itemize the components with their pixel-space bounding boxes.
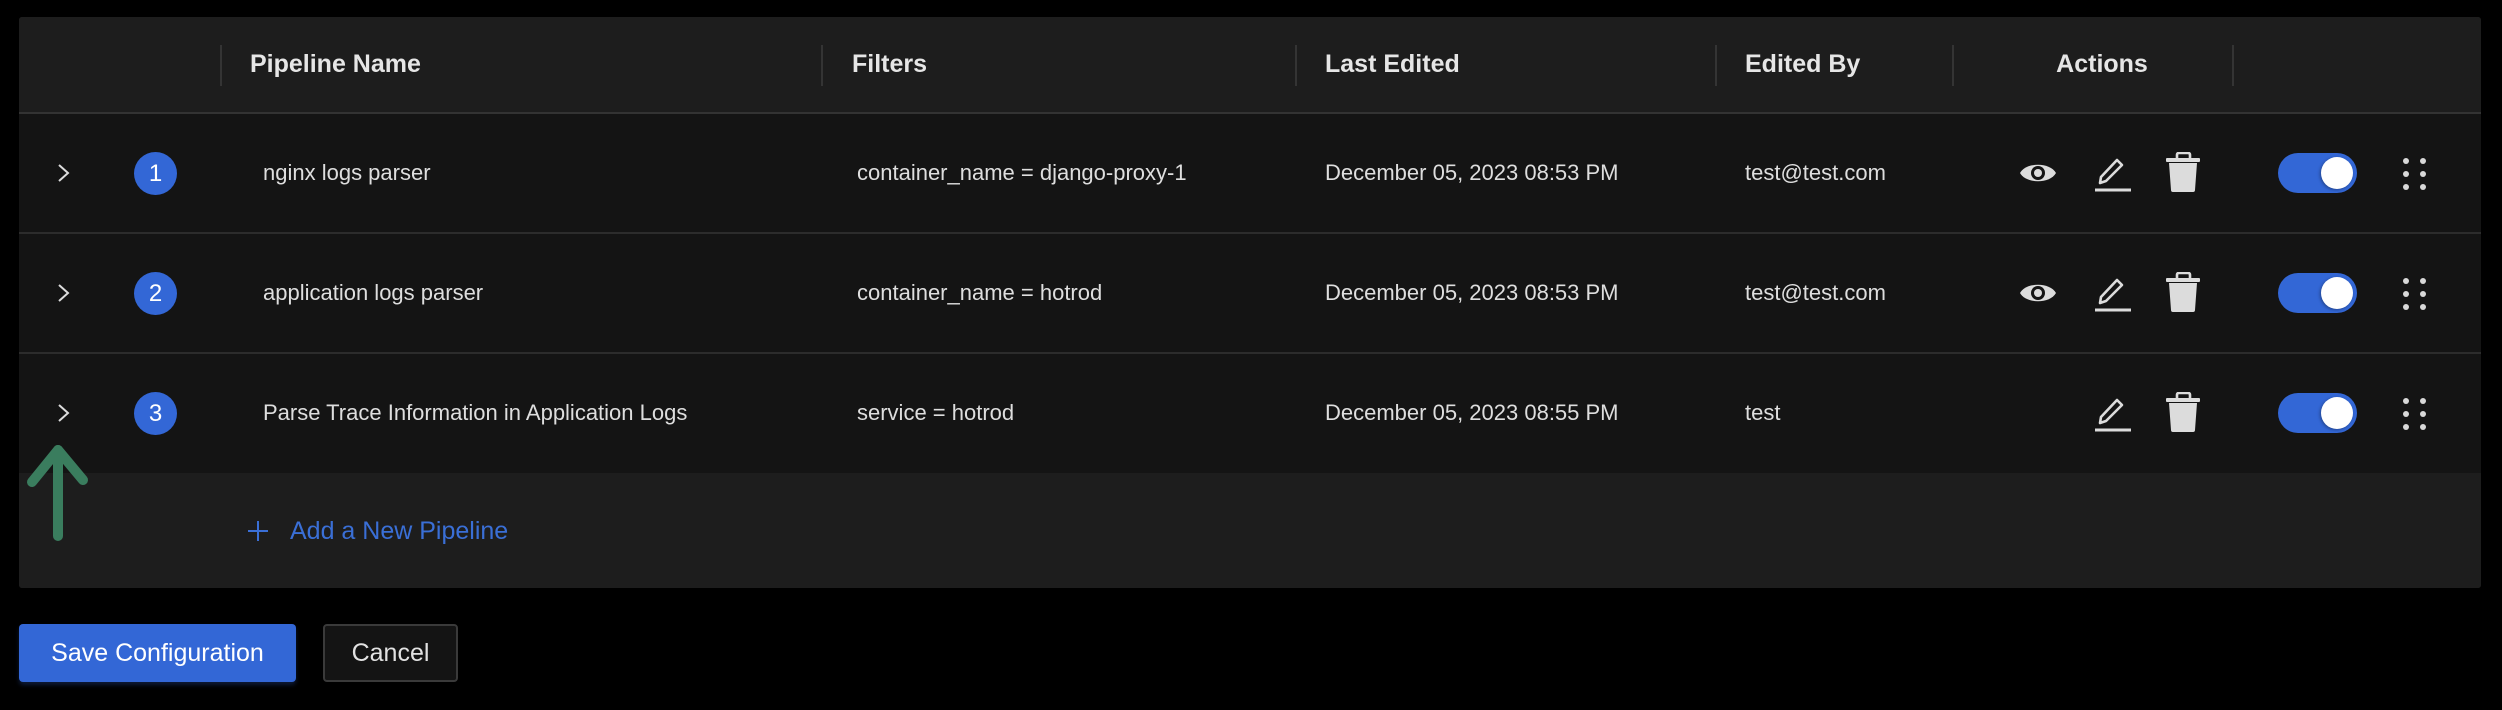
- pipeline-name: application logs parser: [263, 280, 484, 305]
- pipeline-name: Parse Trace Information in Application L…: [263, 400, 688, 425]
- drag-handle[interactable]: [2398, 393, 2432, 435]
- drag-dot: [2420, 304, 2426, 310]
- delete-pipeline-button[interactable]: [2163, 272, 2203, 313]
- drag-handle[interactable]: [2398, 273, 2432, 315]
- order-badge: 2: [134, 272, 177, 315]
- column-separator: [220, 45, 222, 86]
- drag-dot: [2403, 278, 2409, 284]
- last-edited: December 05, 2023 08:53 PM: [1325, 160, 1619, 185]
- column-header-edited-by: Edited By: [1745, 50, 1861, 78]
- column-header-filters: Filters: [852, 50, 928, 78]
- chevron-right-icon: [58, 404, 70, 422]
- pipeline-filter: service = hotrod: [857, 400, 1015, 425]
- drag-dot: [2420, 158, 2426, 164]
- edit-pipeline-button[interactable]: [2091, 393, 2131, 433]
- toggle-knob: [2321, 397, 2353, 429]
- table-header: Pipeline Name Filters Last Edited Edited…: [19, 17, 2481, 114]
- column-header-last-edited: Last Edited: [1325, 50, 1460, 78]
- drag-dot: [2420, 171, 2426, 177]
- table-row: 3 Parse Trace Information in Application…: [19, 354, 2481, 473]
- pipeline-name: nginx logs parser: [263, 160, 431, 185]
- drag-dot: [2420, 278, 2426, 284]
- column-separator: [821, 45, 823, 86]
- table-row: 2 application logs parser container_name…: [19, 234, 2481, 354]
- enable-pipeline-toggle[interactable]: [2278, 273, 2357, 313]
- last-edited: December 05, 2023 08:55 PM: [1325, 400, 1619, 425]
- edited-by: test@test.com: [1745, 160, 1886, 185]
- toggle-knob: [2321, 277, 2353, 309]
- edited-by: test@test.com: [1745, 280, 1886, 305]
- eye-icon: [2020, 284, 2056, 302]
- edit-icon: [2095, 158, 2131, 192]
- drag-dot: [2403, 398, 2409, 404]
- drag-dot: [2403, 158, 2409, 164]
- column-header-actions: Actions: [2056, 50, 2148, 78]
- pipeline-filter: container_name = django-proxy-1: [857, 160, 1187, 185]
- add-pipeline-row: Add a New Pipeline: [19, 474, 2481, 588]
- edit-icon: [2095, 398, 2131, 432]
- drag-dot: [2403, 411, 2409, 417]
- toggle-knob: [2321, 157, 2353, 189]
- delete-icon: [2166, 152, 2200, 192]
- edit-pipeline-button[interactable]: [2091, 153, 2131, 193]
- eye-icon: [2020, 164, 2056, 182]
- delete-pipeline-button[interactable]: [2163, 152, 2203, 193]
- enable-pipeline-toggle[interactable]: [2278, 153, 2357, 193]
- drag-dot: [2403, 304, 2409, 310]
- save-configuration-button[interactable]: Save Configuration: [19, 624, 296, 682]
- delete-pipeline-button[interactable]: [2163, 392, 2203, 433]
- column-separator: [1295, 45, 1297, 86]
- pipeline-filter: container_name = hotrod: [857, 280, 1103, 305]
- drag-dot: [2420, 291, 2426, 297]
- drag-dot: [2403, 171, 2409, 177]
- edited-by: test: [1745, 400, 1781, 425]
- edit-pipeline-button[interactable]: [2091, 273, 2131, 313]
- drag-handle[interactable]: [2398, 153, 2432, 195]
- column-separator: [1715, 45, 1717, 86]
- expand-row-button[interactable]: [51, 401, 75, 425]
- delete-icon: [2166, 272, 2200, 312]
- pipelines-table: Pipeline Name Filters Last Edited Edited…: [19, 17, 2481, 588]
- table-row: 1 nginx logs parser container_name = dja…: [19, 114, 2481, 234]
- add-pipeline-button[interactable]: Add a New Pipeline: [247, 509, 508, 553]
- last-edited: December 05, 2023 08:53 PM: [1325, 280, 1619, 305]
- expand-row-button[interactable]: [51, 161, 75, 185]
- drag-dot: [2420, 398, 2426, 404]
- drag-dot: [2420, 424, 2426, 430]
- order-badge: 1: [134, 152, 177, 195]
- drag-dot: [2420, 411, 2426, 417]
- cancel-button[interactable]: Cancel: [323, 624, 458, 682]
- drag-dot: [2420, 184, 2426, 190]
- plus-icon: [248, 521, 268, 541]
- add-pipeline-label: Add a New Pipeline: [290, 516, 509, 545]
- edit-icon: [2095, 278, 2131, 312]
- enable-pipeline-toggle[interactable]: [2278, 393, 2357, 433]
- chevron-right-icon: [58, 284, 70, 302]
- order-badge: 3: [134, 392, 177, 435]
- drag-dot: [2403, 424, 2409, 430]
- drag-dot: [2403, 184, 2409, 190]
- chevron-right-icon: [58, 164, 70, 182]
- column-separator: [2232, 45, 2234, 86]
- delete-icon: [2166, 392, 2200, 432]
- view-pipeline-button[interactable]: [2018, 273, 2058, 313]
- drag-dot: [2403, 291, 2409, 297]
- expand-row-button[interactable]: [51, 281, 75, 305]
- column-header-pipeline-name: Pipeline Name: [250, 50, 421, 78]
- view-pipeline-button[interactable]: [2018, 153, 2058, 193]
